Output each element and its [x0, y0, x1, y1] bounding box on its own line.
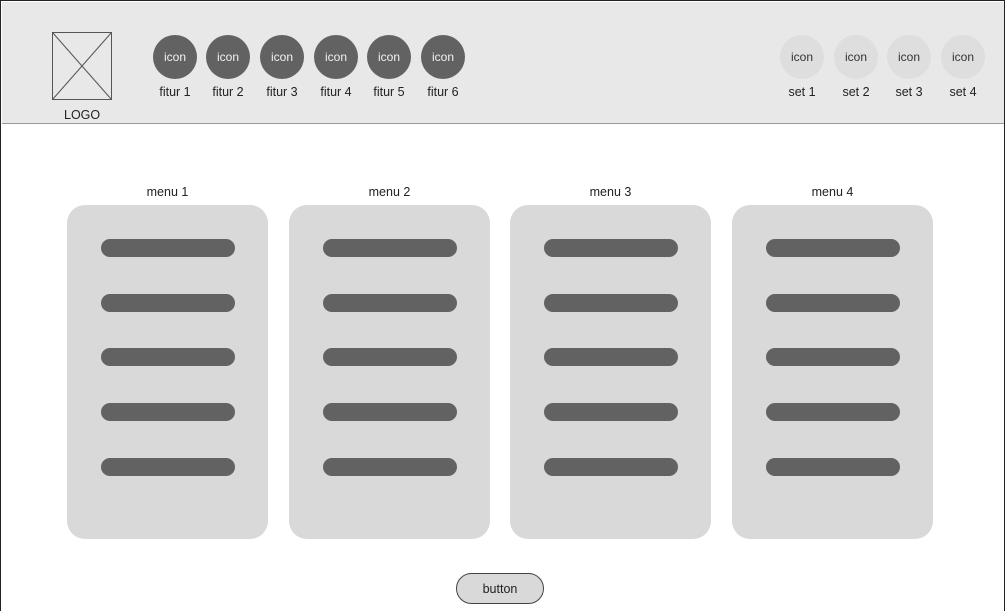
- feature-icon[interactable]: icon: [206, 35, 250, 79]
- feature-label: fitur 6: [427, 85, 459, 99]
- setting-icon[interactable]: icon: [834, 35, 878, 79]
- menu-item-placeholder[interactable]: [766, 294, 900, 312]
- menu-card-3: [510, 205, 711, 539]
- setting-label: set 2: [842, 85, 870, 99]
- menu-card-4: [732, 205, 933, 539]
- setting-icon[interactable]: icon: [941, 35, 985, 79]
- feature-item-4[interactable]: icon fitur 4: [309, 35, 363, 99]
- feature-item-6[interactable]: icon fitur 6: [416, 35, 470, 99]
- menu-title-1: menu 1: [146, 185, 189, 199]
- feature-item-2[interactable]: icon fitur 2: [201, 35, 255, 99]
- menu-item-placeholder[interactable]: [323, 294, 457, 312]
- menu-item-placeholder[interactable]: [544, 403, 678, 421]
- feature-icon[interactable]: icon: [314, 35, 358, 79]
- feature-label: fitur 4: [320, 85, 352, 99]
- menu-item-placeholder[interactable]: [544, 458, 678, 476]
- menu-item-placeholder[interactable]: [544, 294, 678, 312]
- logo-placeholder-icon[interactable]: [52, 32, 112, 100]
- top-header: LOGO icon fitur 1 icon fitur 2 icon fitu…: [2, 2, 1004, 124]
- setting-icon[interactable]: icon: [780, 35, 824, 79]
- menu-item-placeholder[interactable]: [766, 348, 900, 366]
- feature-label: fitur 2: [212, 85, 244, 99]
- setting-item-1[interactable]: icon set 1: [778, 35, 826, 99]
- feature-item-3[interactable]: icon fitur 3: [255, 35, 309, 99]
- menu-item-placeholder[interactable]: [101, 348, 235, 366]
- setting-item-4[interactable]: icon set 4: [939, 35, 987, 99]
- menu-item-placeholder[interactable]: [323, 458, 457, 476]
- setting-item-3[interactable]: icon set 3: [885, 35, 933, 99]
- setting-item-2[interactable]: icon set 2: [832, 35, 880, 99]
- menu-item-placeholder[interactable]: [766, 458, 900, 476]
- feature-icon[interactable]: icon: [421, 35, 465, 79]
- feature-item-5[interactable]: icon fitur 5: [362, 35, 416, 99]
- menu-item-placeholder[interactable]: [544, 239, 678, 257]
- menu-card-1: [67, 205, 268, 539]
- menu-item-placeholder[interactable]: [323, 239, 457, 257]
- feature-icon[interactable]: icon: [153, 35, 197, 79]
- setting-label: set 1: [788, 85, 816, 99]
- menu-item-placeholder[interactable]: [766, 239, 900, 257]
- feature-icon[interactable]: icon: [260, 35, 304, 79]
- menu-item-placeholder[interactable]: [323, 403, 457, 421]
- menu-item-placeholder[interactable]: [544, 348, 678, 366]
- menu-title-2: menu 2: [368, 185, 411, 199]
- menu-item-placeholder[interactable]: [101, 458, 235, 476]
- setting-label: set 4: [949, 85, 977, 99]
- primary-button[interactable]: button: [456, 573, 544, 604]
- app-frame: LOGO icon fitur 1 icon fitur 2 icon fitu…: [0, 0, 1005, 611]
- feature-item-1[interactable]: icon fitur 1: [148, 35, 202, 99]
- menu-title-4: menu 4: [811, 185, 854, 199]
- menu-item-placeholder[interactable]: [101, 403, 235, 421]
- menu-item-placeholder[interactable]: [101, 294, 235, 312]
- feature-icon[interactable]: icon: [367, 35, 411, 79]
- feature-label: fitur 3: [266, 85, 298, 99]
- menu-card-2: [289, 205, 490, 539]
- menu-title-3: menu 3: [589, 185, 632, 199]
- menu-item-placeholder[interactable]: [101, 239, 235, 257]
- feature-label: fitur 1: [159, 85, 191, 99]
- feature-label: fitur 5: [373, 85, 405, 99]
- logo-label: LOGO: [64, 108, 101, 122]
- menu-item-placeholder[interactable]: [323, 348, 457, 366]
- setting-label: set 3: [895, 85, 923, 99]
- menu-item-placeholder[interactable]: [766, 403, 900, 421]
- setting-icon[interactable]: icon: [887, 35, 931, 79]
